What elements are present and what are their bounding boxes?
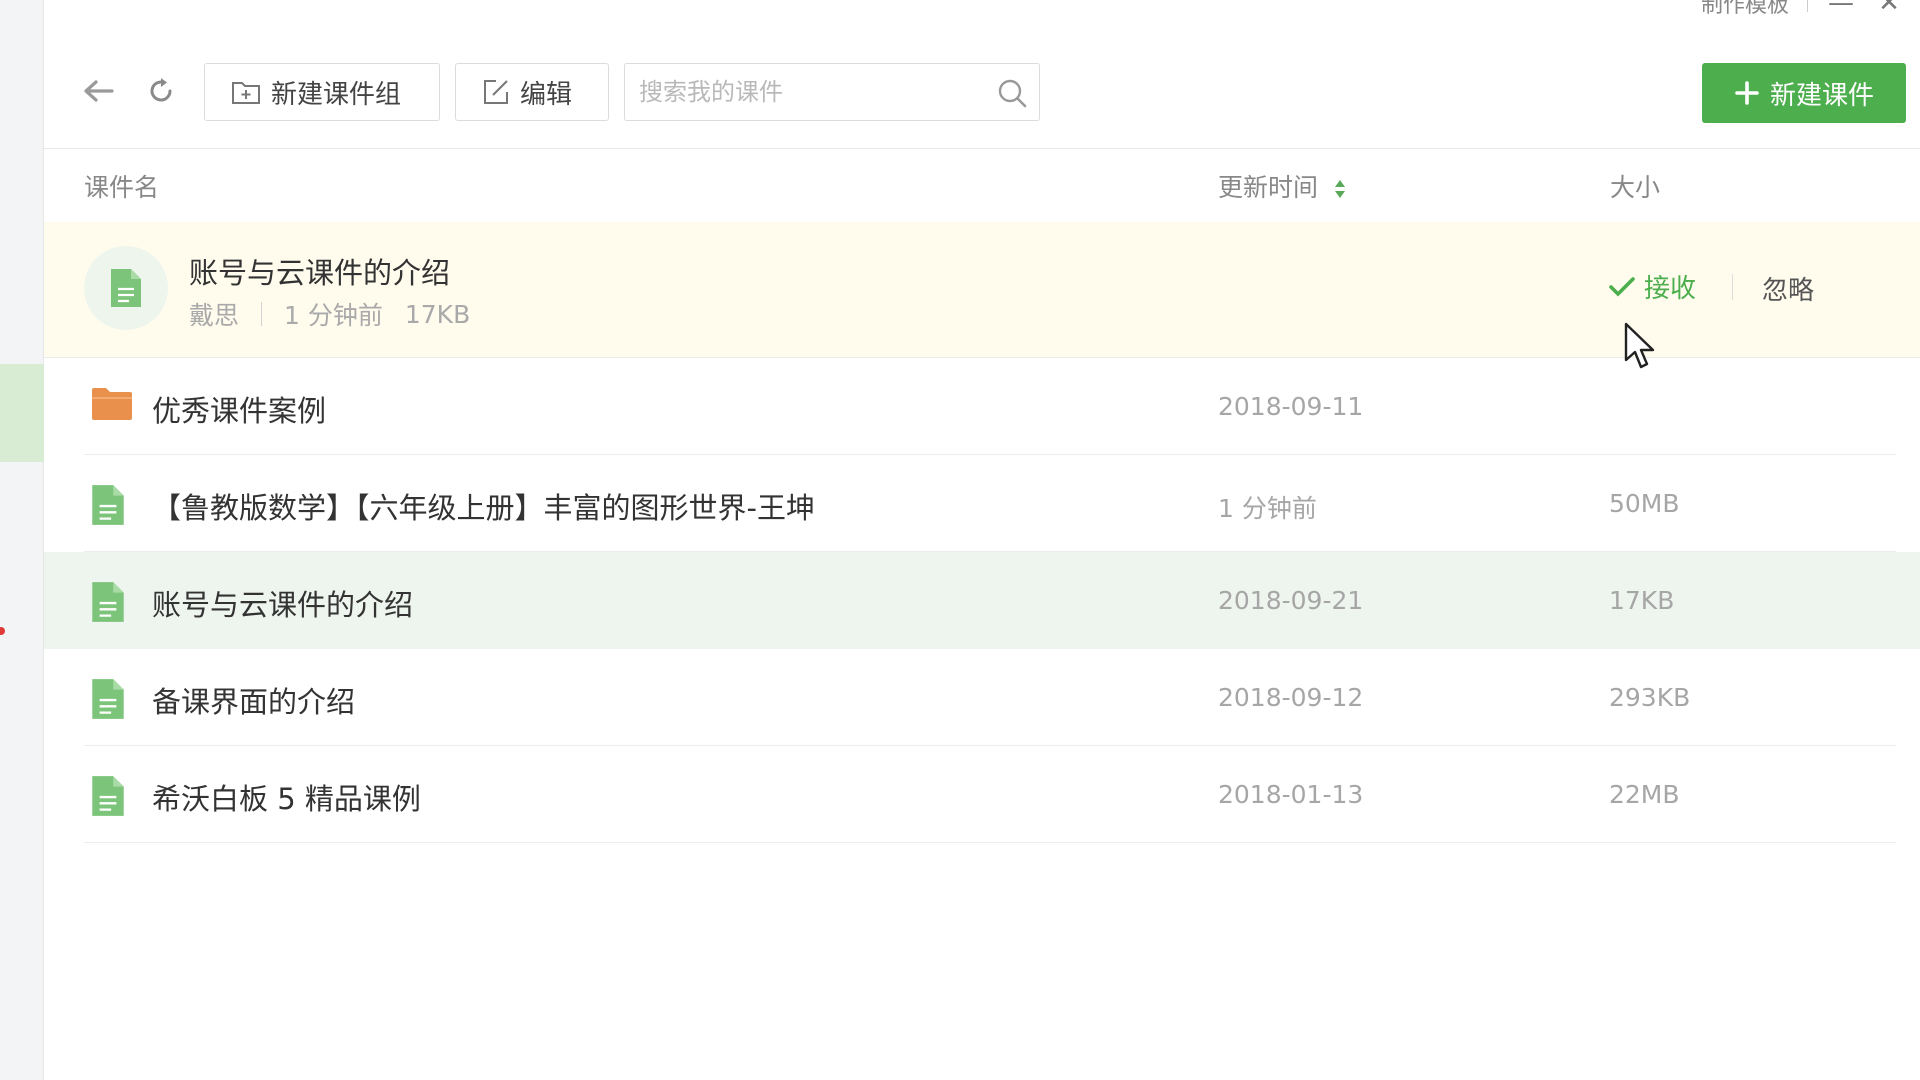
- window-divider: [1807, 0, 1808, 12]
- item-size: 22MB: [1609, 780, 1680, 809]
- new-courseware-label: 新建课件: [1769, 80, 1874, 111]
- item-name: 【鲁教版数学】【六年级上册】丰富的图形世界-王坤: [152, 491, 815, 525]
- back-arrow-icon[interactable]: [80, 72, 118, 110]
- check-icon: [1609, 276, 1635, 297]
- search-icon[interactable]: [997, 78, 1027, 108]
- mouse-cursor-icon: [1624, 322, 1655, 369]
- search-box: [624, 63, 1040, 121]
- new-folder-icon: [232, 82, 260, 104]
- meta-divider: [261, 302, 263, 326]
- item-time: 2018-01-13: [1218, 780, 1364, 809]
- accept-label: 接收: [1644, 274, 1697, 304]
- edit-label: 编辑: [520, 79, 573, 110]
- pending-time: 1 分钟前: [284, 301, 383, 330]
- item-name: 希沃白板 5 精品课例: [152, 782, 421, 816]
- item-name: 优秀课件案例: [152, 394, 327, 428]
- folder-icon: [92, 388, 132, 420]
- item-time: 2018-09-21: [1218, 586, 1364, 615]
- item-size: 50MB: [1609, 489, 1680, 518]
- file-icon: [92, 485, 124, 525]
- minimize-icon[interactable]: —: [1826, 0, 1856, 18]
- column-header-updated-label: 更新时间: [1218, 173, 1319, 202]
- pending-sender: 戴思: [189, 301, 240, 330]
- search-input[interactable]: [639, 74, 979, 110]
- item-size: 293KB: [1609, 683, 1691, 712]
- list-item-folder[interactable]: 优秀课件案例 2018-09-11: [44, 358, 1920, 455]
- item-time: 2018-09-11: [1218, 392, 1364, 421]
- pending-meta: 戴思 1 分钟前 17KB: [189, 296, 470, 332]
- edit-icon: [484, 80, 508, 104]
- edit-button[interactable]: 编辑: [455, 63, 609, 121]
- file-icon: [84, 246, 168, 330]
- close-icon[interactable]: ✕: [1874, 0, 1904, 18]
- item-time: 1 分钟前: [1218, 494, 1317, 523]
- list-item-file[interactable]: 【鲁教版数学】【六年级上册】丰富的图形世界-王坤 1 分钟前 50MB: [44, 455, 1920, 552]
- notification-dot: [0, 627, 5, 635]
- file-icon: [92, 776, 124, 816]
- row-divider: [84, 842, 1896, 843]
- item-time: 2018-09-12: [1218, 683, 1364, 712]
- template-label[interactable]: 制作模板: [1701, 0, 1789, 19]
- sort-icon[interactable]: [1334, 178, 1346, 200]
- pending-title: 账号与云课件的介绍: [189, 256, 451, 290]
- item-name: 账号与云课件的介绍: [152, 588, 414, 622]
- toolbar-divider: [44, 148, 1920, 149]
- ignore-button[interactable]: 忽略: [1762, 270, 1814, 307]
- new-group-label: 新建课件组: [271, 79, 402, 110]
- file-icon: [92, 679, 124, 719]
- left-sidebar: [0, 0, 44, 1080]
- window-controls: 制作模板 — ✕: [1701, 0, 1904, 18]
- toolbar: 新建课件组 编辑 新建课件: [44, 60, 1920, 123]
- column-header-updated[interactable]: 更新时间: [1218, 168, 1346, 204]
- new-group-button[interactable]: 新建课件组: [204, 63, 440, 121]
- action-divider: [1732, 274, 1733, 300]
- pending-size: 17KB: [404, 299, 471, 329]
- refresh-icon[interactable]: [142, 72, 180, 110]
- sidebar-active-item[interactable]: [0, 364, 44, 462]
- file-icon: [92, 582, 124, 622]
- accept-button[interactable]: 接收: [1608, 268, 1696, 305]
- item-name: 备课界面的介绍: [152, 685, 356, 719]
- plus-icon: [1735, 81, 1759, 105]
- new-courseware-button[interactable]: 新建课件: [1702, 63, 1906, 123]
- list-item-file[interactable]: 备课界面的介绍 2018-09-12 293KB: [44, 649, 1920, 746]
- item-size: 17KB: [1609, 586, 1675, 615]
- column-header-name[interactable]: 课件名: [84, 168, 159, 204]
- list-item-file[interactable]: 希沃白板 5 精品课例 2018-01-13 22MB: [44, 746, 1920, 843]
- list-item-file-selected[interactable]: 账号与云课件的介绍 2018-09-21 17KB: [44, 552, 1920, 649]
- column-header-size: 大小: [1610, 173, 1661, 202]
